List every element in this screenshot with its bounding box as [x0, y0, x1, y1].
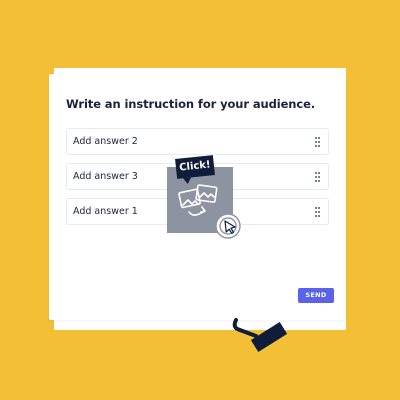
drag-handle-icon[interactable] — [315, 207, 320, 217]
answer-label[interactable]: Add answer 2 — [73, 136, 138, 147]
click-badge: Click! — [175, 155, 215, 179]
send-button[interactable]: SEND — [298, 288, 334, 303]
drag-handle-icon[interactable] — [315, 172, 320, 182]
answer-label[interactable]: Add answer 1 — [73, 206, 138, 217]
instruction-heading: Write an instruction for your audience. — [66, 97, 316, 111]
answer-row-2[interactable]: Add answer 2 — [66, 128, 329, 155]
answer-label[interactable]: Add answer 3 — [73, 171, 138, 182]
click-cursor-icon — [215, 213, 241, 239]
paint-roller-icon — [232, 318, 288, 352]
drag-handle-icon[interactable] — [315, 137, 320, 147]
